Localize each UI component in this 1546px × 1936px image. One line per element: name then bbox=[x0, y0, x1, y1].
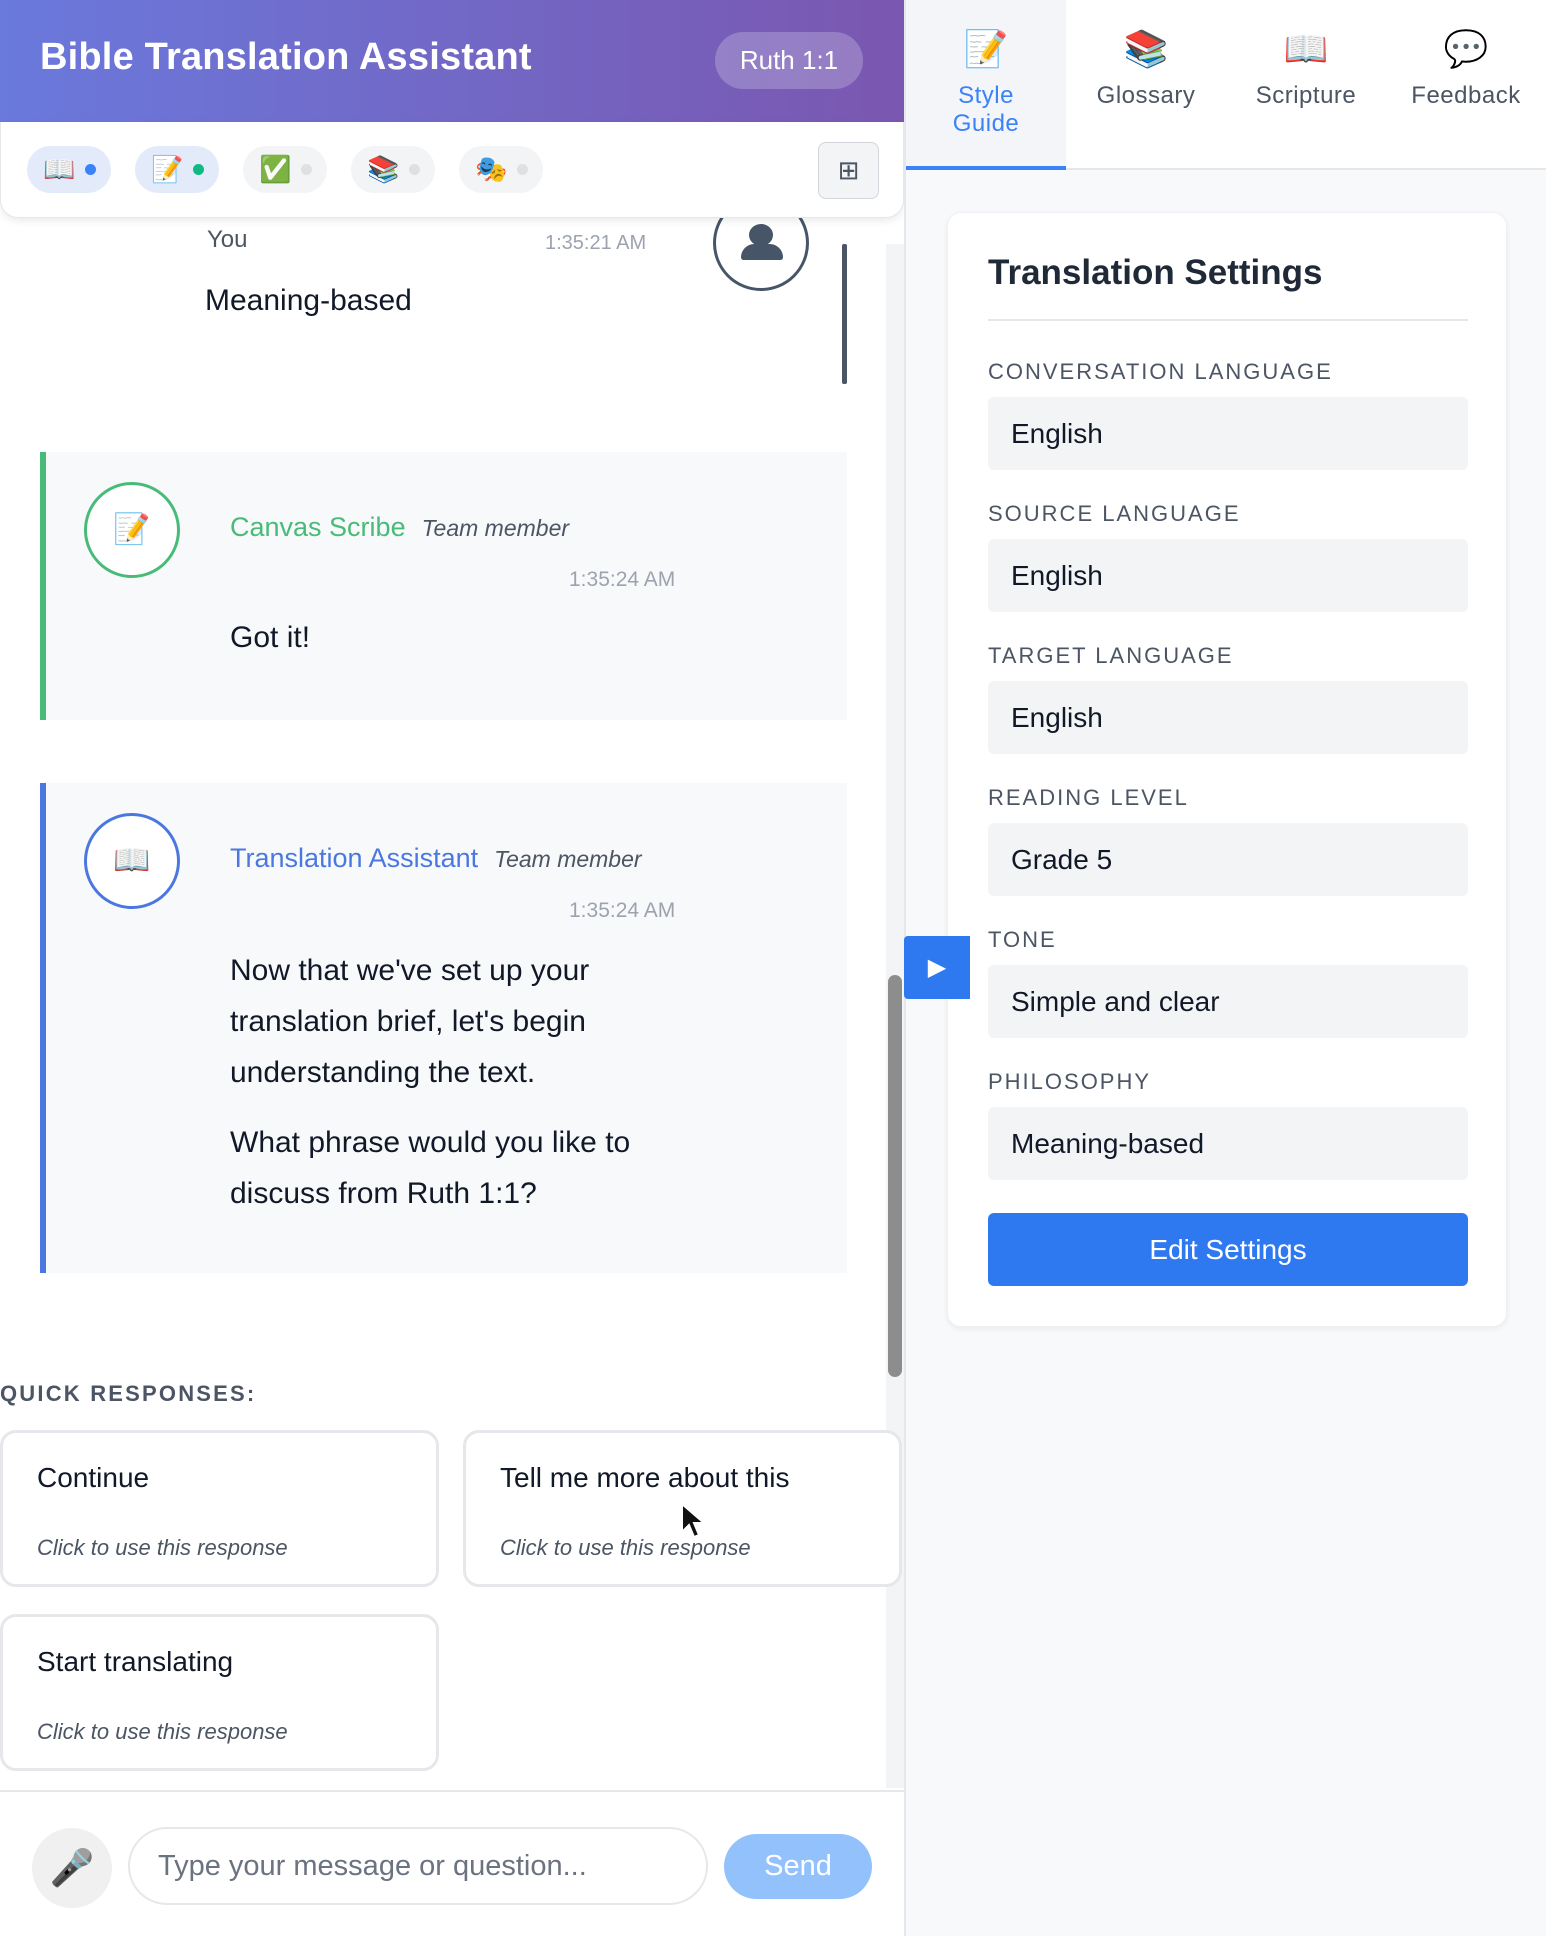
person-icon bbox=[749, 224, 773, 246]
side-panel-tabs: 📝 Style Guide 📚 Glossary 📖 Scripture 💬 F… bbox=[906, 0, 1546, 170]
tab-label: Scripture bbox=[1255, 82, 1357, 109]
collapse-panel-button[interactable]: ▶ bbox=[904, 936, 970, 999]
quick-response-hint: Click to use this response bbox=[500, 1535, 751, 1560]
status-dot bbox=[301, 164, 313, 175]
memo-icon: 📝 bbox=[963, 28, 1009, 69]
field-label-reading-level: READING LEVEL bbox=[988, 785, 1189, 810]
message-text: Got it! bbox=[230, 621, 311, 654]
agent-chip-storyteller[interactable]: 🎭 bbox=[459, 146, 543, 193]
tab-feedback[interactable]: 💬 Feedback bbox=[1386, 0, 1546, 170]
quick-responses-label: QUICK RESPONSES: bbox=[0, 1381, 257, 1406]
book-icon: 📖 bbox=[113, 844, 151, 877]
agent-chip-checker[interactable]: ✅ bbox=[243, 146, 327, 193]
user-message-accent-bar bbox=[842, 244, 847, 384]
tab-style-guide[interactable]: 📝 Style Guide bbox=[906, 0, 1066, 170]
message-role: Team member bbox=[421, 515, 570, 541]
chat-scrollbar-thumb[interactable] bbox=[888, 975, 902, 1377]
agent-status-bar: 📖 📝 ✅ 📚 🎭 ⊞ bbox=[0, 122, 904, 218]
message-time: 1:35:24 AM bbox=[569, 568, 676, 591]
grid-view-button[interactable]: ⊞ bbox=[818, 142, 879, 199]
field-value-reading-level: Grade 5 bbox=[988, 823, 1468, 896]
scripture-reference-badge[interactable]: Ruth 1:1 bbox=[715, 32, 863, 89]
field-value-philosophy: Meaning-based bbox=[988, 1107, 1468, 1180]
mouse-cursor-icon bbox=[681, 1502, 707, 1539]
memo-icon: 📝 bbox=[113, 513, 151, 546]
microphone-button[interactable]: 🎤 bbox=[32, 1828, 112, 1908]
message-author: Canvas Scribe bbox=[230, 512, 406, 542]
user-message-author: You bbox=[207, 226, 248, 253]
speech-bubble-icon: 💬 bbox=[1443, 28, 1489, 69]
memo-icon: 📝 bbox=[151, 154, 184, 184]
play-arrow-icon: ▶ bbox=[927, 954, 947, 981]
agent-chip-resources[interactable]: 📚 bbox=[351, 146, 435, 193]
side-panel: 📝 Style Guide 📚 Glossary 📖 Scripture 💬 F… bbox=[904, 0, 1546, 1936]
books-icon: 📚 bbox=[367, 154, 400, 184]
message-input[interactable] bbox=[128, 1827, 708, 1905]
field-value-conversation-language: English bbox=[988, 397, 1468, 470]
field-value-target-language: English bbox=[988, 681, 1468, 754]
quick-response-hint: Click to use this response bbox=[37, 1719, 288, 1744]
user-message-text: Meaning-based bbox=[205, 284, 412, 317]
tab-label: Feedback bbox=[1411, 82, 1521, 109]
microphone-icon: 🎤 bbox=[49, 1847, 95, 1888]
status-dot bbox=[85, 164, 97, 175]
book-icon: 📖 bbox=[1283, 28, 1329, 69]
canvas-scribe-avatar: 📝 bbox=[84, 482, 180, 578]
tab-scripture[interactable]: 📖 Scripture bbox=[1226, 0, 1386, 170]
status-dot bbox=[409, 164, 421, 175]
tab-label: Style Guide bbox=[952, 82, 1020, 137]
settings-title: Translation Settings bbox=[988, 253, 1323, 292]
status-dot bbox=[193, 164, 205, 175]
message-paragraph: What phrase would you like to discuss fr… bbox=[230, 1126, 631, 1210]
field-label-target-language: TARGET LANGUAGE bbox=[988, 643, 1234, 668]
theater-masks-icon: 🎭 bbox=[475, 154, 508, 184]
quick-response-continue[interactable]: Continue Click to use this response bbox=[0, 1430, 439, 1587]
agent-chip-translation-assistant[interactable]: 📖 bbox=[27, 146, 111, 193]
quick-response-title: Start translating bbox=[37, 1646, 234, 1677]
field-value-source-language: English bbox=[988, 539, 1468, 612]
edit-settings-button[interactable]: Edit Settings bbox=[988, 1213, 1468, 1286]
app-header: Bible Translation Assistant Ruth 1:1 bbox=[0, 0, 904, 122]
tab-glossary[interactable]: 📚 Glossary bbox=[1066, 0, 1226, 170]
message-role: Team member bbox=[494, 846, 642, 872]
status-dot bbox=[517, 164, 529, 175]
grid-icon: ⊞ bbox=[837, 155, 860, 185]
message-time: 1:35:24 AM bbox=[569, 899, 676, 922]
quick-response-hint: Click to use this response bbox=[37, 1535, 288, 1560]
translation-assistant-avatar: 📖 bbox=[84, 813, 180, 909]
check-mark-icon: ✅ bbox=[259, 154, 292, 184]
message-canvas-scribe: 📝 Canvas Scribe Team member 1:35:24 AM Go… bbox=[40, 452, 847, 720]
agent-chip-canvas-scribe[interactable]: 📝 bbox=[135, 146, 219, 193]
quick-response-title: Continue bbox=[37, 1462, 150, 1493]
divider bbox=[988, 319, 1468, 321]
message-author: Translation Assistant bbox=[230, 843, 479, 873]
message-composer: 🎤 Send bbox=[0, 1790, 904, 1936]
translation-settings-card: Translation Settings CONVERSATION LANGUA… bbox=[947, 212, 1507, 1327]
books-icon: 📚 bbox=[1123, 28, 1169, 69]
tab-label: Glossary bbox=[1096, 82, 1196, 109]
field-label-philosophy: PHILOSOPHY bbox=[988, 1069, 1152, 1094]
field-label-source-language: SOURCE LANGUAGE bbox=[988, 501, 1241, 526]
user-message-time: 1:35:21 AM bbox=[545, 232, 647, 254]
app-title: Bible Translation Assistant bbox=[40, 36, 532, 78]
send-button[interactable]: Send bbox=[724, 1834, 872, 1899]
book-icon: 📖 bbox=[43, 154, 76, 184]
message-translation-assistant: 📖 Translation Assistant Team member 1:35:… bbox=[40, 783, 847, 1273]
field-value-tone: Simple and clear bbox=[988, 965, 1468, 1038]
field-label-conversation-language: CONVERSATION LANGUAGE bbox=[988, 359, 1333, 384]
field-label-tone: TONE bbox=[988, 927, 1057, 952]
quick-response-start-translating[interactable]: Start translating Click to use this resp… bbox=[0, 1614, 439, 1771]
quick-response-title: Tell me more about this bbox=[500, 1462, 790, 1493]
chat-pane: You 1:35:21 AM Meaning-based 📝 Canvas Sc… bbox=[0, 0, 904, 1936]
message-paragraph: Now that we've set up your translation b… bbox=[230, 954, 590, 1089]
